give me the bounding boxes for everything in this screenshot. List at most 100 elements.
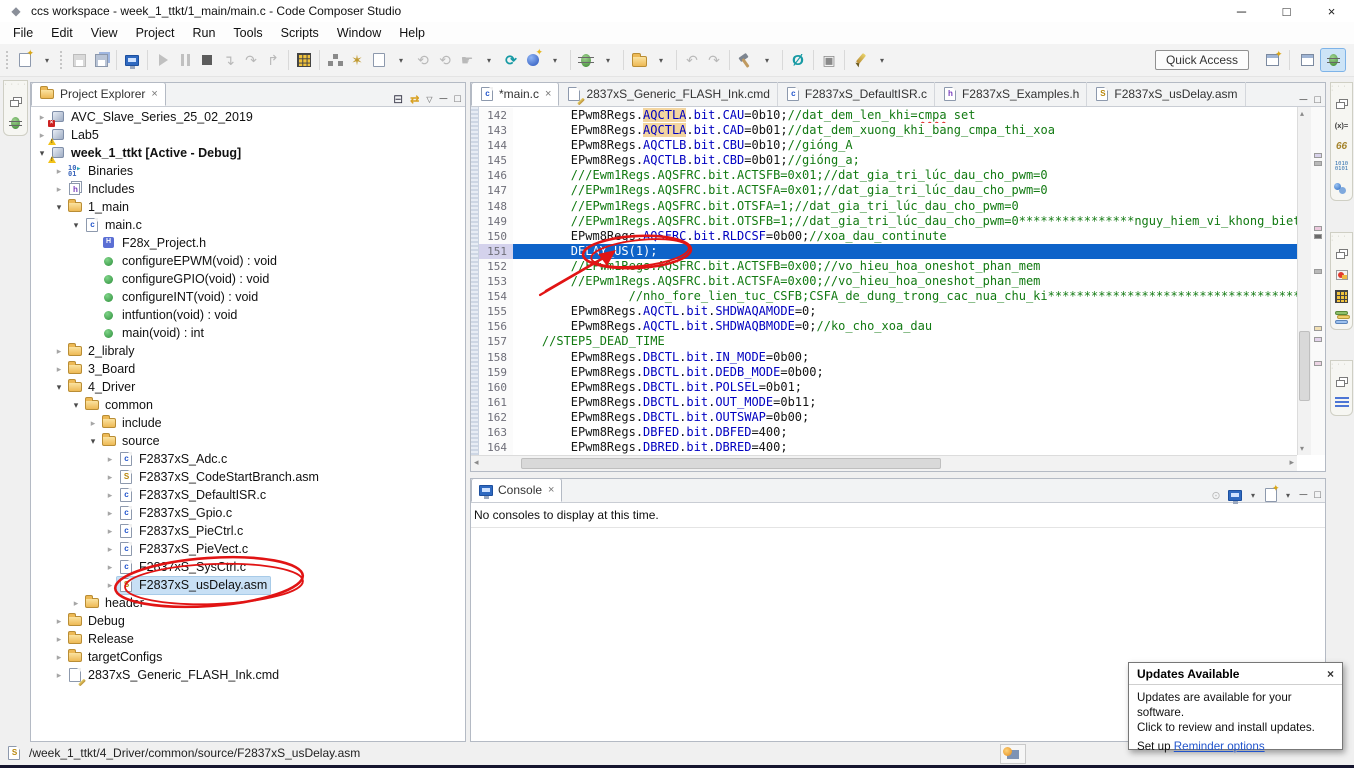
overview-mark[interactable] xyxy=(1314,161,1322,166)
tree-item[interactable]: ▸Lab5 xyxy=(31,126,465,144)
tree-item[interactable]: ▸Debug xyxy=(31,612,465,630)
tree-item[interactable]: ▸SF2837xS_CodeStartBranch.asm xyxy=(31,468,465,486)
minimize-button[interactable]: ─ xyxy=(1219,0,1264,22)
menu-project[interactable]: Project xyxy=(127,23,184,43)
tree-expander-icon[interactable]: ▸ xyxy=(35,130,49,141)
overview-mark[interactable] xyxy=(1314,153,1322,158)
collapse-all-icon[interactable]: ⊟ xyxy=(393,92,403,106)
display-console-icon[interactable] xyxy=(1228,490,1242,501)
step-into-button[interactable]: ↴ xyxy=(219,48,239,72)
tree-item[interactable]: ▾1_main xyxy=(31,198,465,216)
tree-item[interactable]: configureINT(void) : void xyxy=(31,288,465,306)
open-perspective-button[interactable] xyxy=(1259,48,1285,72)
save-snapshot-button[interactable]: ⟲ xyxy=(435,48,455,72)
tree-item[interactable]: ▸×AVC_Slave_Series_25_02_2019 xyxy=(31,108,465,126)
open-console-icon[interactable] xyxy=(1265,488,1277,502)
code-line[interactable]: 158 EPwm8Regs.DBCTL.bit.IN_MODE=0b00; xyxy=(479,350,1297,365)
menu-help[interactable]: Help xyxy=(390,23,434,43)
code-line[interactable]: 153 //EPwm1Regs.AQSFRC.bit.ACTSFA=0x00;/… xyxy=(479,274,1297,289)
view-menu-icon[interactable]: ▽ xyxy=(426,95,432,104)
tree-expander-icon[interactable]: ▾ xyxy=(69,220,83,231)
tree-item[interactable]: ▸header xyxy=(31,594,465,612)
code-line[interactable]: 164 EPwm8Regs.DBRED.bit.DBRED=400; xyxy=(479,440,1297,455)
horizontal-scroll-thumb[interactable] xyxy=(521,458,941,469)
registers-view-icon[interactable]: 10100101 xyxy=(1333,159,1351,175)
close-button[interactable]: × xyxy=(1309,0,1354,22)
tree-item[interactable]: configureEPWM(void) : void xyxy=(31,252,465,270)
restore-snapshot-button[interactable]: ⟲ xyxy=(413,48,433,72)
code-line[interactable]: 156 EPwm8Regs.AQCTL.bit.SHDWAQBMODE=0;//… xyxy=(479,319,1297,334)
code-line[interactable]: 143 EPwm8Regs.AQCTLA.bit.CAD=0b01;//dat_… xyxy=(479,123,1297,138)
open-console-dropdown[interactable]: ▾ xyxy=(1284,491,1293,500)
tab-close-icon[interactable]: × xyxy=(548,484,554,496)
tree-item[interactable]: ▸cF2837xS_PieVect.c xyxy=(31,540,465,558)
tree-expander-icon[interactable]: ▸ xyxy=(52,670,66,681)
tree-item[interactable]: ▸cF2837xS_SysCtrl.c xyxy=(31,558,465,576)
overview-mark[interactable] xyxy=(1314,234,1322,239)
menu-window[interactable]: Window xyxy=(328,23,390,43)
connect-target-button[interactable] xyxy=(325,48,345,72)
maximize-view-icon[interactable]: □ xyxy=(454,93,461,105)
tree-expander-icon[interactable]: ▸ xyxy=(35,112,49,123)
tree-item[interactable]: main(void) : int xyxy=(31,324,465,342)
maximize-view-icon[interactable]: □ xyxy=(1314,94,1321,106)
menu-scripts[interactable]: Scripts xyxy=(272,23,328,43)
overview-mark[interactable] xyxy=(1314,337,1322,342)
tab-close-icon[interactable]: × xyxy=(151,88,157,100)
run-free-button[interactable] xyxy=(523,48,543,72)
menu-file[interactable]: File xyxy=(4,23,42,43)
tree-expander-icon[interactable]: ▾ xyxy=(52,382,66,393)
step-over-button[interactable]: ↷ xyxy=(241,48,261,72)
tree-expander-icon[interactable]: ▸ xyxy=(86,418,100,429)
breakpoints-view-icon[interactable] xyxy=(1333,180,1351,196)
reminder-options-link[interactable]: Reminder options xyxy=(1174,740,1265,753)
restore-view-icon[interactable] xyxy=(7,94,25,110)
build-dropdown[interactable]: ▾ xyxy=(757,48,777,72)
tree-expander-icon[interactable]: ▸ xyxy=(103,526,117,537)
debug-button[interactable] xyxy=(576,48,596,72)
popup-close-icon[interactable]: × xyxy=(1327,667,1334,681)
maximize-view-icon[interactable]: □ xyxy=(1314,489,1321,501)
scroll-down-icon[interactable]: ▾ xyxy=(1300,444,1304,453)
menu-view[interactable]: View xyxy=(82,23,127,43)
variables-view-icon[interactable]: (x)= xyxy=(1333,117,1351,133)
editor-tab[interactable]: SF2837xS_usDelay.asm xyxy=(1087,82,1245,106)
quick-access-button[interactable]: Quick Access xyxy=(1155,50,1249,70)
code-line-selected[interactable]: 151 DELAY_US(1); xyxy=(479,244,1297,259)
tree-item[interactable]: intfuntion(void) : void xyxy=(31,306,465,324)
scroll-up-icon[interactable]: ▴ xyxy=(1300,109,1304,118)
tree-item[interactable]: ▸1001Binaries xyxy=(31,162,465,180)
code-line[interactable]: 154 //nho_fore_lien_tuc_CSFB;CSFA_de_dun… xyxy=(479,289,1297,304)
terminate-button[interactable] xyxy=(197,48,217,72)
tree-expander-icon[interactable]: ▸ xyxy=(52,166,66,177)
code-editor[interactable]: 142 EPwm8Regs.AQCTLA.bit.CAU=0b10;//dat_… xyxy=(471,107,1297,455)
tree-expander-icon[interactable]: ▸ xyxy=(52,364,66,375)
tree-item[interactable]: ▾cmain.c xyxy=(31,216,465,234)
overview-mark[interactable] xyxy=(1314,269,1322,274)
code-line[interactable]: 150 EPwm8Regs.AQSFRC.bit.RLDCSF=0b00;//x… xyxy=(479,229,1297,244)
tree-expander-icon[interactable]: ▸ xyxy=(103,490,117,501)
code-line[interactable]: 147 //EPwm1Regs.AQSFRC.bit.ACTSFA=0x01;/… xyxy=(479,183,1297,198)
tree-item[interactable]: ▸Includes xyxy=(31,180,465,198)
code-line[interactable]: 146 ///Ewm1Regs.AQSFRC.bit.ACTSFB=0x01;/… xyxy=(479,168,1297,183)
build-button[interactable] xyxy=(735,48,755,72)
redo-button[interactable]: ↷ xyxy=(704,48,724,72)
tab-close-icon[interactable]: × xyxy=(545,88,551,100)
tree-expander-icon[interactable]: ▸ xyxy=(52,634,66,645)
maximize-button[interactable]: □ xyxy=(1264,0,1309,22)
tree-item[interactable]: ▸cF2837xS_Gpio.c xyxy=(31,504,465,522)
import-button[interactable] xyxy=(629,48,649,72)
new-button[interactable] xyxy=(15,48,35,72)
save-all-button[interactable] xyxy=(91,48,111,72)
debug-view-icon[interactable] xyxy=(7,115,25,131)
undo-button[interactable]: ↶ xyxy=(682,48,702,72)
mark-occurrences-dropdown[interactable]: ▾ xyxy=(872,48,892,72)
last-edit-button[interactable]: ▣ xyxy=(819,48,839,72)
code-line[interactable]: 160 EPwm8Regs.DBCTL.bit.POLSEL=0b01; xyxy=(479,380,1297,395)
tree-expander-icon[interactable]: ▸ xyxy=(69,598,83,609)
new-target-config-button[interactable]: ✶ xyxy=(347,48,367,72)
tree-expander-icon[interactable]: ▸ xyxy=(52,184,66,195)
tree-item[interactable]: ▾week_1_ttkt [Active - Debug] xyxy=(31,144,465,162)
tree-expander-icon[interactable]: ▸ xyxy=(52,652,66,663)
vertical-scroll-thumb[interactable] xyxy=(1299,331,1310,401)
